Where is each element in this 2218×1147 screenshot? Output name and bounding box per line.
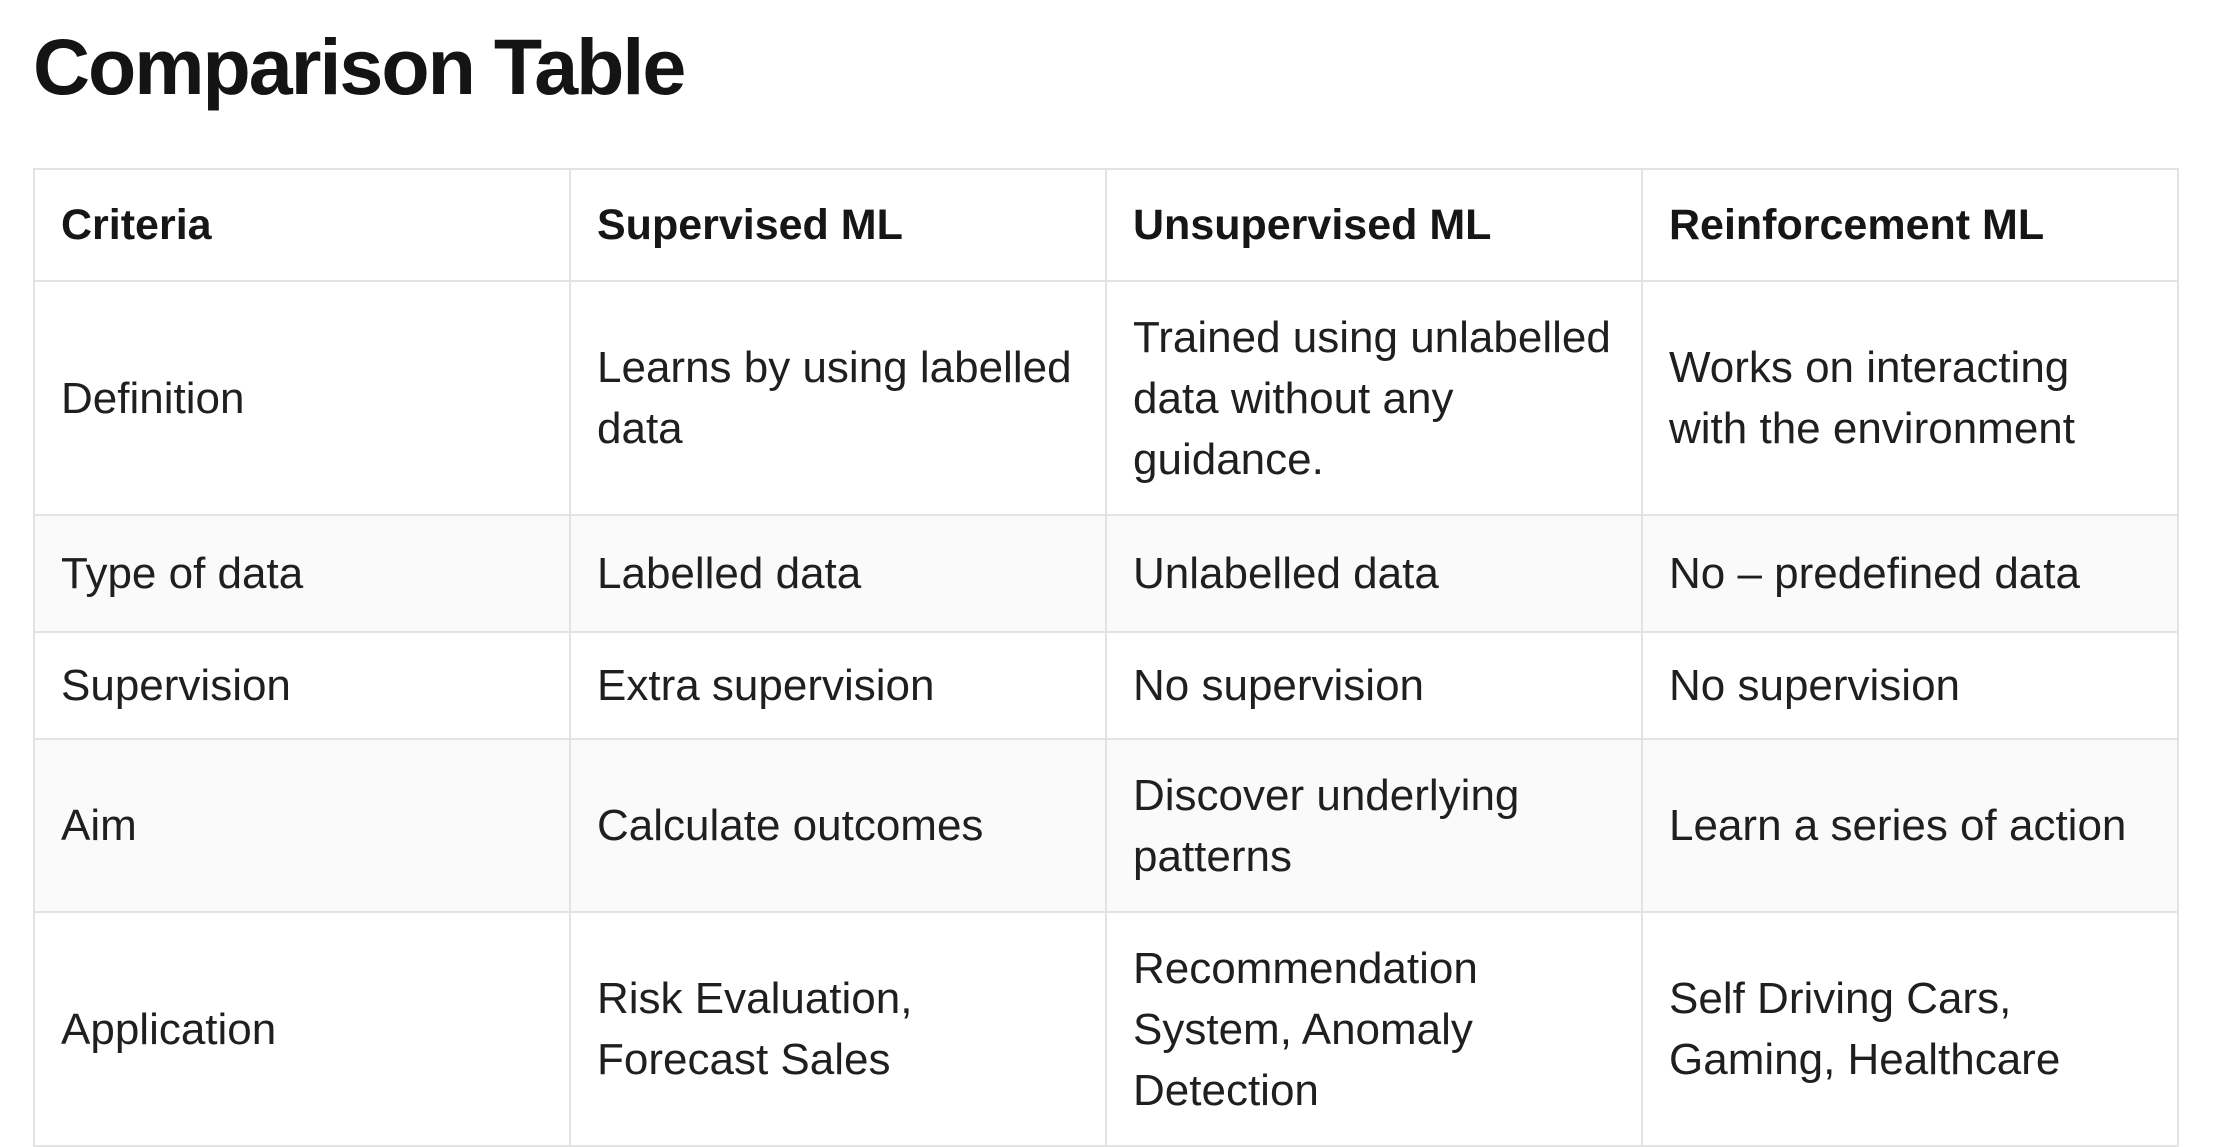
- reinforcement-cell: Self Driving Cars, Gaming, Healthcare: [1641, 911, 2179, 1147]
- header-criteria: Criteria: [33, 168, 571, 282]
- criteria-cell: Application: [33, 911, 571, 1147]
- table-header-row: Criteria Supervised ML Unsupervised ML R…: [33, 168, 2179, 282]
- table-row-application: Application Risk Evaluation, Forecast Sa…: [33, 911, 2179, 1147]
- header-supervised-ml: Supervised ML: [569, 168, 1107, 282]
- header-reinforcement-ml: Reinforcement ML: [1641, 168, 2179, 282]
- table-row-supervision: Supervision Extra supervision No supervi…: [33, 631, 2179, 740]
- supervised-cell: Extra supervision: [569, 631, 1107, 740]
- criteria-cell: Supervision: [33, 631, 571, 740]
- unsupervised-cell: No supervision: [1105, 631, 1643, 740]
- unsupervised-cell: Recommendation System, Anomaly Detection: [1105, 911, 1643, 1147]
- table-row-type-of-data: Type of data Labelled data Unlabelled da…: [33, 514, 2179, 633]
- unsupervised-cell: Discover underlying patterns: [1105, 738, 1643, 913]
- comparison-table: Criteria Supervised ML Unsupervised ML R…: [33, 168, 2179, 1147]
- reinforcement-cell: Learn a series of action: [1641, 738, 2179, 913]
- criteria-cell: Definition: [33, 280, 571, 516]
- supervised-cell: Learns by using labelled data: [569, 280, 1107, 516]
- criteria-cell: Aim: [33, 738, 571, 913]
- unsupervised-cell: Unlabelled data: [1105, 514, 1643, 633]
- unsupervised-cell: Trained using unlabelled data without an…: [1105, 280, 1643, 516]
- page: Comparison Table Criteria Supervised ML …: [0, 0, 2218, 1147]
- table-row-definition: Definition Learns by using labelled data…: [33, 280, 2179, 516]
- criteria-cell: Type of data: [33, 514, 571, 633]
- table-row-aim: Aim Calculate outcomes Discover underlyi…: [33, 738, 2179, 913]
- reinforcement-cell: No – predefined data: [1641, 514, 2179, 633]
- reinforcement-cell: Works on interacting with the environmen…: [1641, 280, 2179, 516]
- reinforcement-cell: No supervision: [1641, 631, 2179, 740]
- page-title: Comparison Table: [33, 22, 686, 111]
- supervised-cell: Calculate outcomes: [569, 738, 1107, 913]
- header-unsupervised-ml: Unsupervised ML: [1105, 168, 1643, 282]
- supervised-cell: Risk Evaluation, Forecast Sales: [569, 911, 1107, 1147]
- supervised-cell: Labelled data: [569, 514, 1107, 633]
